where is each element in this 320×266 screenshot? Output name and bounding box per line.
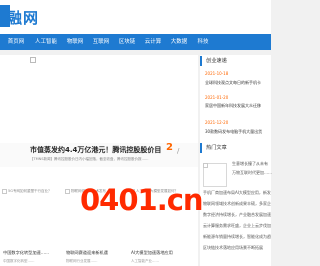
sidebar-heading-latest: 创业速递 (200, 56, 227, 66)
main-nav: 首页网 人工智能 物联网 互联网 区块链 云计算 大数据 科技 (0, 34, 271, 50)
nav-item-tech[interactable]: 科技 (194, 34, 212, 50)
thumb-title[interactable]: 中国数字化转型加速…… (3, 250, 49, 256)
nav-item-blockchain[interactable]: 区块链 (116, 34, 138, 50)
hot-list-item[interactable]: 新能源车销量持续增长，智能化成为趋势 (203, 234, 271, 240)
nav-item-bigdata[interactable]: 大数据 (168, 34, 190, 50)
news-title[interactable]: 家居中国新年科技发展大众迁移 (205, 103, 271, 109)
carousel-separator: / (177, 147, 180, 155)
hot-list-item[interactable]: 数字经济持续增长，产业融合发展加速 (203, 212, 271, 218)
broken-image-icon (65, 189, 70, 194)
nav-item-internet[interactable]: 互联网 (90, 34, 112, 50)
site-header: 融网 (0, 0, 271, 34)
broken-image-icon (2, 189, 7, 194)
hot-article-title[interactable]: 生意增长撞了从未有 (232, 161, 268, 167)
hot-list-item[interactable]: 区块链技术落地应用场景不断拓展 (203, 245, 271, 251)
hot-list-item[interactable]: 物联网领域技术创新成果丰硕，多家企业 (203, 201, 271, 207)
nav-item-home[interactable]: 首页网 (4, 34, 28, 50)
carousel-title[interactable]: 市值蒸发约4.4万亿港元！腾讯控股股价目 (30, 145, 161, 155)
thumb-caption: 5G专网如何重塑千行百业？ (8, 189, 52, 193)
hot-article-snippet: 万物互联时代更加…… (232, 170, 272, 175)
thumb-subtitle: 人工智能产业…… (131, 259, 159, 263)
news-date: 2021-01-20 (205, 95, 229, 100)
carousel-description: 【TMNS新闻】腾讯控股股价日内小幅回落，截至收盘，腾讯控股股价报…… (30, 157, 149, 161)
news-date: 2021-10-18 (205, 71, 229, 76)
nav-item-cloud[interactable]: 云计算 (142, 34, 164, 50)
news-title[interactable]: 全球科技观点文每日的新手机卡 (205, 80, 271, 86)
news-title[interactable]: 30款数码发布电脑手机大量出货 (205, 129, 271, 135)
carousel-page-number[interactable]: 2 (166, 142, 173, 153)
thumb-title[interactable]: AI大模型加速落地应用 (131, 250, 173, 256)
broken-image-icon (30, 57, 36, 63)
hot-list-item[interactable]: 手机厂商加速布局AI大模型应用，新发布 (203, 190, 271, 196)
thumb-card[interactable]: 5G专网如何重塑千行百业？ (2, 189, 60, 221)
news-date: 2021-12-20 (205, 120, 229, 125)
broken-image-icon (203, 163, 208, 168)
thumb-subtitle: 中国数字化转型…… (3, 259, 35, 263)
nav-item-iot[interactable]: 物联网 (64, 34, 86, 50)
hot-list-item[interactable]: 云计算服务需求旺盛，企业上云步伐加快 (203, 223, 271, 229)
thumb-subtitle: 物联网行业发展…… (66, 259, 98, 263)
carousel-image[interactable] (28, 55, 183, 140)
site-logo[interactable]: 融网 (0, 5, 60, 27)
thumb-title[interactable]: 物联网赛道迎来新机遇 (66, 250, 108, 256)
logo-text: 融网 (7, 9, 40, 27)
sidebar-heading-hot: 热门文章 (200, 143, 227, 153)
nav-item-ai[interactable]: 人工智能 (32, 34, 60, 50)
watermark-ad-text: 0401.cn (80, 183, 204, 217)
